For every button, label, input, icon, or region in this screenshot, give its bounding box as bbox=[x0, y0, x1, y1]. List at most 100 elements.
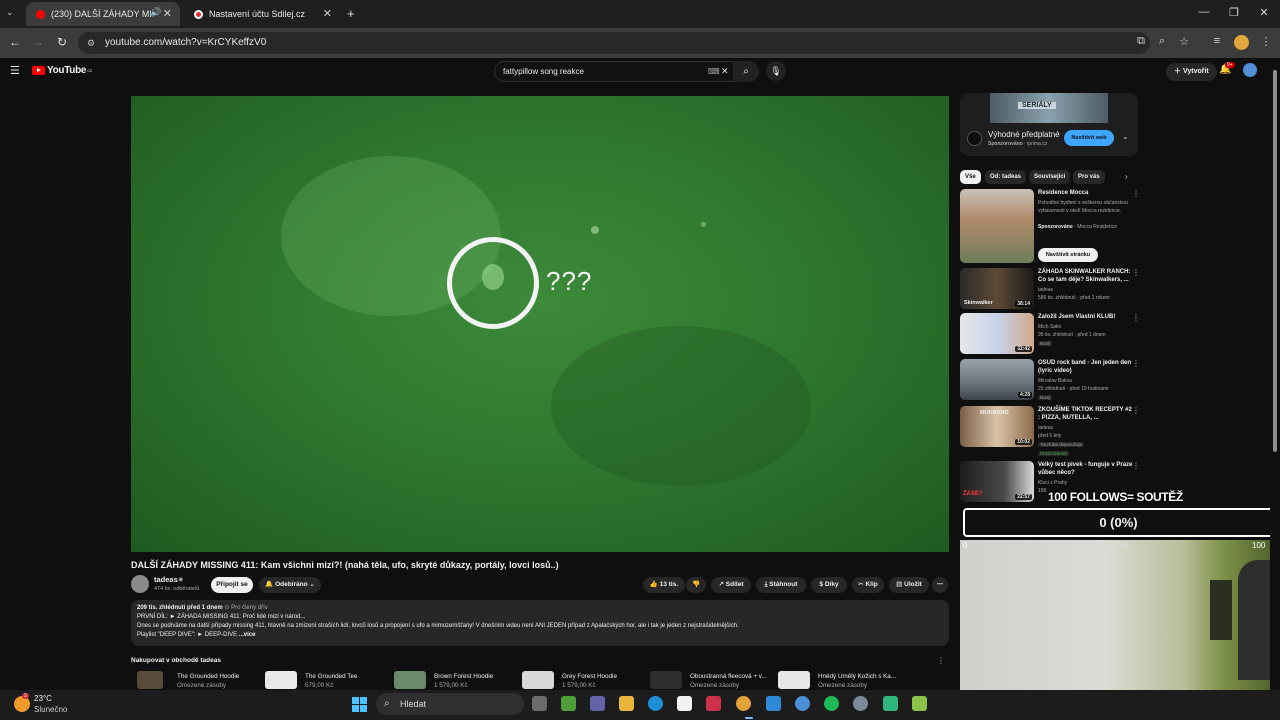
product-price: 1 579,00 Kč bbox=[434, 682, 468, 689]
bookmark-star-icon[interactable]: ☆ bbox=[1176, 35, 1192, 48]
join-button[interactable]: Připojit se bbox=[211, 577, 253, 593]
subscribed-button[interactable]: 🔔 Odebíráno ⌄ bbox=[259, 577, 321, 593]
voice-search-button[interactable]: 🎙 bbox=[766, 61, 786, 81]
sponsored-recommendation[interactable]: Residence Mocca Pohodlné bydlení s veške… bbox=[960, 189, 1140, 265]
edge-icon[interactable] bbox=[648, 696, 663, 711]
chrome-icon[interactable] bbox=[736, 696, 751, 711]
save-button[interactable]: ▤ Uložit bbox=[889, 577, 929, 593]
more-options-icon[interactable]: ⋮ bbox=[1132, 461, 1140, 470]
product-thumbnail bbox=[778, 671, 810, 689]
video-thumbnail: Skinwalker 38:14 bbox=[960, 268, 1034, 309]
tab-audio-icon[interactable]: 🔊 bbox=[150, 7, 161, 18]
search-input[interactable]: fattypillow song reakce ⌨ ✕ bbox=[494, 61, 734, 82]
goal-caption: RIGHT NOW bbox=[1082, 541, 1129, 550]
spotify-icon[interactable] bbox=[824, 696, 839, 711]
tab-youtube[interactable]: (230) DALŠÍ ZÁHADY MISSI 🔊 ✕ bbox=[26, 2, 180, 26]
show-more-link[interactable]: ...více bbox=[239, 632, 256, 638]
file-explorer-icon[interactable] bbox=[619, 696, 634, 711]
forward-icon[interactable]: → bbox=[30, 35, 46, 49]
site-settings-icon[interactable]: ⚙ bbox=[87, 32, 95, 54]
tab-sdilej[interactable]: Nastavení účtu Sdilej.cz ✕ bbox=[184, 2, 340, 26]
task-view-icon[interactable] bbox=[532, 696, 547, 711]
address-bar[interactable]: ⚙ youtube.com/watch?v=KrCYKeffzV0 bbox=[78, 32, 1150, 54]
clip-button[interactable]: ✂ Klip bbox=[852, 577, 884, 593]
taskbar-search[interactable]: ⌕ Hledat bbox=[376, 693, 524, 715]
recommendation-channel: Miroslav Bukva bbox=[1038, 378, 1072, 384]
channel-name[interactable]: tadeas bbox=[154, 575, 178, 584]
account-avatar[interactable] bbox=[1243, 63, 1257, 77]
recommendation-item[interactable]: MUKBANG 10:02 ZKOUŠÍME TIKTOK RECEPTY #2… bbox=[960, 406, 1140, 458]
profile-avatar[interactable] bbox=[1234, 35, 1249, 50]
windows-start-icon[interactable] bbox=[352, 697, 368, 713]
product-price: Omezené zásoby bbox=[177, 682, 227, 689]
product-name: The Grounded Tee bbox=[305, 673, 358, 680]
channel-avatar[interactable] bbox=[131, 575, 149, 593]
weather-temperature: 23°C bbox=[34, 694, 52, 703]
tab-search-icon[interactable]: ⌄ bbox=[6, 7, 14, 18]
new-badge: Nový bbox=[1038, 341, 1053, 346]
page-scrollbar[interactable] bbox=[1270, 58, 1280, 690]
hamburger-menu-icon[interactable]: ☰ bbox=[10, 64, 20, 77]
chrome-profile-icon[interactable] bbox=[795, 696, 810, 711]
minecraft-icon[interactable] bbox=[561, 696, 576, 711]
create-button[interactable]: ＋ Vytvořit bbox=[1166, 63, 1217, 81]
search-button[interactable]: ⌕ bbox=[733, 61, 759, 82]
minimize-icon[interactable]: — bbox=[1194, 6, 1214, 18]
visit-website-button[interactable]: Navštívit web bbox=[1064, 130, 1114, 146]
youtube-logo[interactable]: YouTube CZ bbox=[32, 65, 92, 76]
product-thumbnail bbox=[265, 671, 297, 689]
sponsored-title: Residence Mocca bbox=[1038, 190, 1089, 196]
visit-page-button[interactable]: Navštívit stránku bbox=[1038, 248, 1098, 262]
restore-icon[interactable]: ❐ bbox=[1224, 6, 1244, 19]
clear-search-icon[interactable]: ✕ bbox=[721, 62, 729, 81]
android-app-icon[interactable] bbox=[912, 696, 927, 711]
ad-chevron-down-icon[interactable]: ⌄ bbox=[1122, 132, 1129, 141]
more-options-icon[interactable]: ⋮ bbox=[1132, 189, 1140, 198]
chat-app-icon[interactable] bbox=[883, 696, 898, 711]
tab-close-icon[interactable]: ✕ bbox=[323, 7, 332, 20]
store-icon[interactable] bbox=[677, 696, 692, 711]
product-price: Omezené zásoby bbox=[690, 682, 740, 689]
more-options-icon[interactable]: ⋮ bbox=[1132, 359, 1140, 368]
media-app-icon[interactable] bbox=[706, 696, 721, 711]
teams-icon[interactable] bbox=[590, 696, 605, 711]
new-tab-icon[interactable]: + bbox=[347, 6, 355, 21]
thanks-button[interactable]: $ Díky bbox=[811, 577, 847, 593]
tab-close-icon[interactable]: ✕ bbox=[163, 7, 172, 20]
recommendation-item[interactable]: 4:28 OSUD rock band - Jen jeden den (lyr… bbox=[960, 359, 1140, 401]
chip-from-channel[interactable]: Od: tadeas bbox=[985, 170, 1027, 184]
more-options-icon[interactable]: ⋮ bbox=[1132, 313, 1140, 322]
like-button[interactable]: 👍 13 tis. bbox=[643, 577, 685, 593]
browser-menu-icon[interactable]: ⋮ bbox=[1258, 35, 1274, 48]
recommendation-item[interactable]: Skinwalker 38:14 ZÁHADA SKINWALKER RANCH… bbox=[960, 268, 1140, 310]
more-options-icon[interactable]: ⋮ bbox=[1132, 268, 1140, 277]
share-button[interactable]: ↗ Sdílet bbox=[711, 577, 751, 593]
chip-related[interactable]: Související bbox=[1029, 170, 1071, 184]
reading-list-icon[interactable]: ≡ bbox=[1209, 35, 1225, 47]
ad-card[interactable]: SERIÁLY Výhodné předplatné Sponzorováno … bbox=[960, 93, 1138, 156]
app-f-icon[interactable] bbox=[766, 696, 781, 711]
back-icon[interactable]: ← bbox=[7, 35, 23, 49]
install-app-icon[interactable]: ⧉ bbox=[1133, 35, 1149, 48]
scrollbar-thumb[interactable] bbox=[1273, 70, 1277, 452]
search-query-text: fattypillow song reakce bbox=[503, 67, 584, 76]
video-player[interactable]: ??? bbox=[131, 96, 949, 552]
keyboard-icon[interactable]: ⌨ bbox=[708, 62, 720, 81]
close-window-icon[interactable]: ✕ bbox=[1254, 6, 1274, 19]
video-description[interactable]: 209 tis. zhlédnutí před 1 dnem ⊙ Pro čle… bbox=[131, 600, 949, 646]
share-label: Sdílet bbox=[725, 581, 744, 588]
more-options-icon[interactable]: ⋮ bbox=[1132, 406, 1140, 415]
settings-gear-icon[interactable] bbox=[853, 696, 868, 711]
reload-icon[interactable]: ↻ bbox=[54, 35, 70, 49]
recommendation-item[interactable]: 32:42 Založil Jsem Vlastní KLUB! Mich Sa… bbox=[960, 313, 1140, 355]
chip-for-you[interactable]: Pro vás bbox=[1073, 170, 1105, 184]
advertiser-name: Mocca Residence bbox=[1077, 224, 1117, 230]
chips-next-icon[interactable]: › bbox=[1125, 172, 1128, 181]
dislike-button[interactable]: 👎 bbox=[686, 577, 706, 593]
chip-all[interactable]: Vše bbox=[960, 170, 981, 184]
shop-more-icon[interactable]: ⋮ bbox=[937, 656, 945, 665]
download-button[interactable]: ⤓ Stáhnout bbox=[756, 577, 806, 593]
recommendation-title: ZKOUŠÍME TIKTOK RECEPTY #2 : PIZZA, NUTE… bbox=[1038, 407, 1132, 421]
more-actions-button[interactable]: ⋯ bbox=[932, 577, 948, 593]
zoom-icon[interactable]: ⌕ bbox=[1154, 35, 1170, 48]
